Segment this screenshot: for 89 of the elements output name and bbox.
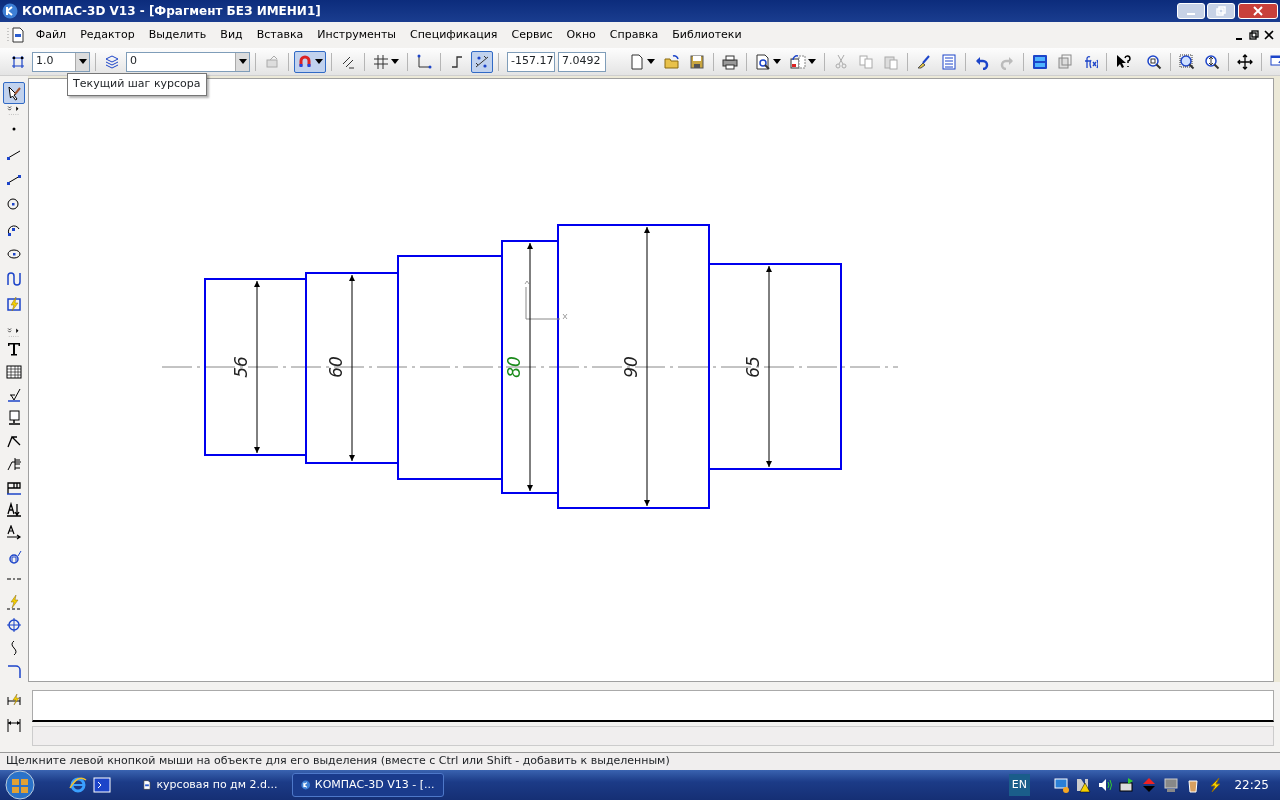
base-icon[interactable] — [6, 409, 22, 426]
hatch-icon[interactable] — [6, 295, 22, 312]
taskbar-button[interactable]: курсовая по дм 2.d... — [133, 773, 286, 797]
desktop-icon[interactable] — [92, 776, 111, 794]
restore-icon[interactable] — [1249, 30, 1259, 40]
page-magnifier-icon[interactable] — [755, 53, 771, 70]
clock: 22:25 — [1234, 777, 1269, 794]
list-icon[interactable] — [941, 53, 957, 70]
menu-item[interactable]: Окно — [559, 26, 603, 44]
menu-item[interactable]: Файл — [28, 26, 74, 44]
close-icon[interactable] — [1264, 30, 1274, 40]
caret-icon[interactable] — [238, 59, 247, 64]
close-button[interactable] — [1238, 3, 1278, 19]
pages-icon[interactable] — [790, 53, 806, 70]
tolerance-icon[interactable] — [6, 455, 22, 472]
zoom-frame-icon[interactable] — [1179, 53, 1195, 70]
panel-icon[interactable] — [1032, 53, 1048, 70]
warning-icon[interactable] — [1074, 777, 1091, 793]
language-indicator[interactable]: EN — [1008, 773, 1030, 797]
tooltip: Текущий шаг курсора — [67, 73, 207, 96]
crosshair-icon[interactable] — [6, 616, 22, 633]
fillet-icon[interactable] — [6, 662, 22, 679]
taskbar-button[interactable]: КОМПАС-3D V13 - [... — [291, 773, 444, 797]
menu-item[interactable]: Справка — [602, 26, 666, 44]
browser-icon[interactable] — [68, 776, 87, 794]
roughness-icon[interactable] — [6, 386, 22, 403]
dimension-value[interactable]: 56 — [231, 356, 251, 378]
linear-dimension-icon[interactable] — [6, 717, 22, 733]
device-icon[interactable] — [1118, 777, 1135, 793]
dimension-value[interactable]: 60 — [326, 356, 346, 378]
caret-icon[interactable] — [78, 59, 87, 64]
menu-item[interactable]: Сервис — [504, 26, 560, 44]
menu-item[interactable]: Вставка — [249, 26, 311, 44]
status-text: Щелкните левой кнопкой мыши на объекте для его выделения (вместе с Ctrl или Shift - добавить к выделенным) — [0, 752, 1280, 770]
step-field[interactable]: 1.0 — [32, 51, 90, 72]
window-title: КОМПАС-3D V13 - [Фрагмент БЕЗ ИМЕНИ1] — [22, 3, 322, 20]
grip-icon — [6, 112, 22, 115]
grid-icon[interactable] — [373, 53, 389, 70]
monitor-icon[interactable] — [1162, 777, 1179, 793]
axes-icon[interactable] — [416, 53, 432, 70]
menu-item[interactable]: Спецификация — [403, 26, 505, 44]
caret-icon[interactable] — [391, 59, 399, 64]
magnet-icon[interactable] — [297, 53, 313, 70]
circle-icon[interactable] — [6, 195, 22, 212]
zoom-icon[interactable] — [1146, 53, 1162, 70]
spline-icon[interactable] — [6, 270, 22, 287]
table-icon[interactable] — [6, 363, 22, 380]
coordinate-axes — [524, 280, 568, 320]
menu-item[interactable]: Библиотеки — [665, 26, 749, 44]
caret-icon[interactable] — [315, 59, 323, 64]
grip-icon — [6, 27, 10, 43]
view-arrow-icon[interactable] — [6, 524, 22, 541]
dimension-value[interactable]: 65 — [743, 356, 763, 378]
menu-item[interactable]: Редактор — [73, 26, 142, 44]
lightning-icon[interactable] — [6, 593, 22, 610]
caret-icon[interactable] — [647, 59, 655, 64]
print-icon[interactable] — [722, 53, 738, 70]
layer-field[interactable]: 0 — [126, 51, 250, 72]
document-icon — [10, 26, 26, 43]
minimize-button[interactable] — [1176, 3, 1205, 19]
menu-item[interactable]: Выделить — [141, 26, 214, 44]
app-logo-icon — [2, 3, 18, 19]
x-coordinate-field[interactable]: -157.17 — [507, 51, 555, 72]
cursor-step-icon[interactable] — [10, 53, 26, 70]
pan-icon[interactable] — [1237, 53, 1253, 70]
network-icon[interactable] — [1052, 777, 1069, 793]
function-icon[interactable] — [1082, 53, 1098, 70]
property-field[interactable] — [32, 690, 1274, 722]
menu-item[interactable]: Инструменты — [310, 26, 403, 44]
layers-icon[interactable] — [104, 53, 120, 70]
y-coordinate-field[interactable]: 7.0492 — [558, 51, 606, 72]
menu-item[interactable]: Вид — [213, 26, 250, 44]
dimension-value[interactable]: 80 — [504, 356, 524, 378]
text-icon[interactable] — [6, 340, 22, 357]
open-folder-icon[interactable] — [664, 53, 680, 70]
caret-icon[interactable] — [773, 59, 781, 64]
restore-button[interactable] — [1207, 3, 1236, 19]
document-icon[interactable] — [141, 777, 152, 793]
help-pointer-icon[interactable] — [1115, 53, 1131, 70]
ortho-icon[interactable] — [449, 53, 465, 70]
volume-icon[interactable] — [1096, 777, 1113, 793]
save-icon[interactable] — [689, 53, 705, 70]
grip-icon — [6, 334, 22, 337]
brush-icon[interactable] — [916, 53, 932, 70]
zoom-in-icon[interactable] — [1204, 53, 1220, 70]
section-arrow-icon[interactable] — [6, 501, 22, 518]
snap-mode-button[interactable] — [294, 50, 326, 73]
dimension-value[interactable]: 90 — [621, 356, 641, 378]
caret-icon[interactable] — [808, 59, 816, 64]
